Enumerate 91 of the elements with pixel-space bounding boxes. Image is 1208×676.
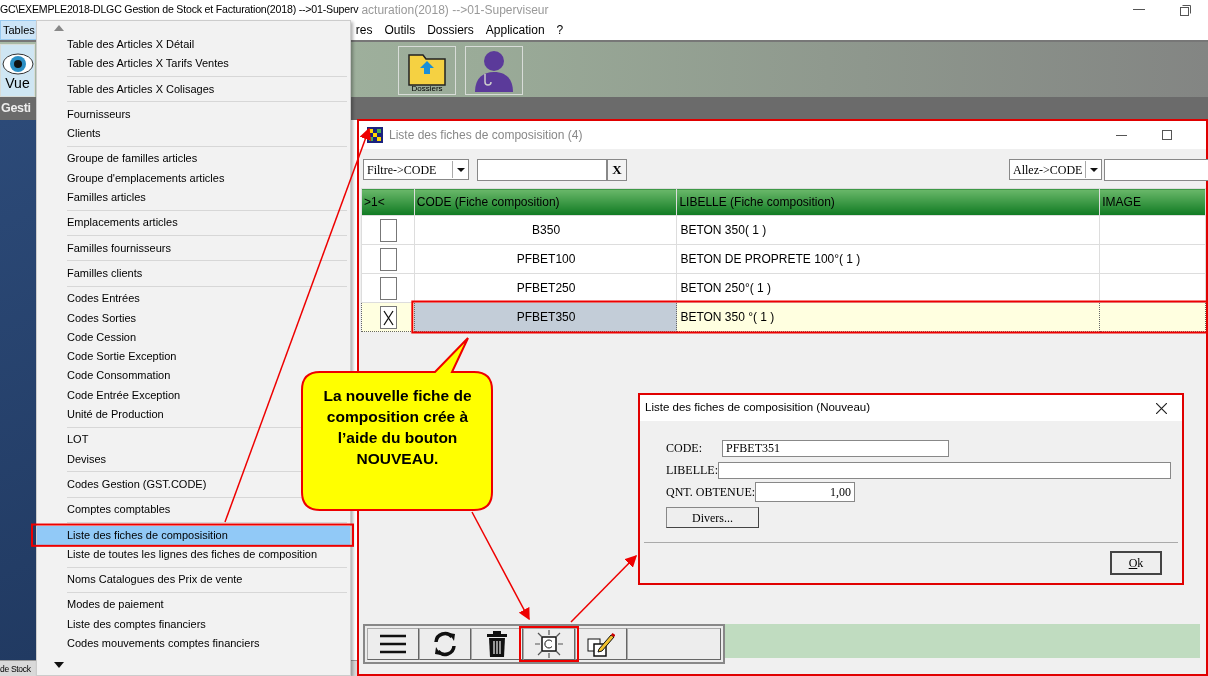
dropdown[interactable]: Allez->CODE [1009,159,1102,180]
menu-item[interactable]: res [349,20,379,40]
menu-item[interactable]: Table des Articles X Tarifs Ventes [37,54,233,74]
menu-item[interactable]: Emplacements articles [37,213,182,233]
menu-item[interactable]: Outils [378,20,422,40]
dropdown[interactable]: Filtre->CODE [363,159,469,180]
scroll-up-icon [54,25,64,31]
edit-button[interactable] [575,628,627,660]
menu-item[interactable]: Noms Catalogues des Prix de vente [37,570,247,590]
window-title: Liste des fiches de composisition (4) [389,127,583,144]
highlight-frame [519,626,579,662]
view-button[interactable]: Vue [0,44,35,97]
menu-icon [379,633,407,655]
table-cell: BETON 350( 1 ) [676,215,1100,245]
menu-item[interactable]: Devises [37,449,111,469]
callout-text: La nouvelle fiche de composition crée à l’aide du bouton NOUVEAU. [322,386,473,469]
dialog-title: Liste des fiches de composisition (Nouveau) [645,400,870,416]
menu-item[interactable]: Code Sortie Exception [37,347,181,367]
menu-item[interactable]: Code Entrée Exception [37,385,185,406]
folder-button[interactable]: Dossiers [398,46,456,95]
minimize-icon [1115,134,1127,136]
checkbox[interactable] [379,305,397,329]
menu-item[interactable]: Code Consommation [37,366,175,386]
goto-field[interactable] [1104,158,1208,181]
menu-item[interactable]: Codes Entrées [37,289,144,309]
column-header[interactable]: LIBELLE (Fiche composition) [676,188,1100,216]
field-label: CODE: [666,440,702,457]
menu-item[interactable]: Codes Gestion (GST.CODE) [37,474,211,495]
toolbar-button[interactable] [627,628,721,660]
column-header[interactable]: IMAGE [1099,188,1206,216]
divers-button[interactable]: Divers... [666,507,759,528]
new-item-icon [534,629,564,659]
delete-button[interactable] [471,628,523,660]
menu-item[interactable]: ? [550,20,570,40]
menu-item[interactable]: Familles clients [37,263,147,284]
menu-item[interactable]: Liste de toutes les lignes des fiches de composition [37,544,322,565]
checkbox[interactable] [379,276,397,300]
input-field[interactable] [718,461,1171,479]
menu-item[interactable]: Codes Sorties [37,308,141,328]
menu-item[interactable]: Dossiers [421,20,480,40]
filter-field[interactable] [477,158,607,181]
caret-icon [456,167,465,172]
status-text: de Stock [0,664,31,674]
checkbox[interactable] [379,247,397,271]
user-button[interactable] [465,46,523,95]
close-icon [1155,402,1167,414]
menu-item[interactable]: Liste des fiches de composisition [37,525,350,545]
input-field[interactable]: 1,00 [755,482,856,502]
menu-item[interactable]: Familles articles [37,188,150,208]
menu-item[interactable]: Comptes comptables [37,500,175,520]
window-title: acturation(2018) -->01-Superviseur [361,2,549,19]
field-label: QNT. OBTENUE: [666,484,756,501]
table-cell: PFBET100 [414,244,677,274]
menu-item[interactable]: Table des Articles X Détail [37,35,199,55]
menu-item[interactable]: Familles fournisseurs [37,238,175,258]
refresh-button[interactable] [419,628,471,660]
scroll-down-icon [54,662,64,668]
menu-item[interactable]: Modes de paiement [37,595,168,615]
menu-item[interactable]: Groupe de familles articles [37,149,202,169]
refresh-icon [432,631,458,657]
menu-item[interactable]: Code Cession [37,327,141,348]
ok-button[interactable]: Ok [1110,551,1162,575]
trash-icon [487,631,507,657]
checkbox[interactable] [379,218,397,242]
menu-item[interactable]: Table des Articles X Colisages [37,79,219,99]
menu-item[interactable]: Liste des comptes financiers [37,614,210,634]
menu-item[interactable]: Application [479,20,551,40]
menu-item[interactable]: Codes mouvements comptes financiers [37,634,264,654]
table-cell: BETON DE PROPRETE 100°( 1 ) [676,244,1100,274]
minimize-icon [1133,9,1145,11]
arrow [570,554,638,623]
column-header[interactable]: CODE (Fiche composition) [414,188,677,216]
field-label: LIBELLE: [666,462,718,479]
column-header[interactable]: >1< [361,188,415,216]
menu-item[interactable]: Groupe d'emplacements articles [37,168,229,189]
maximize-icon [1162,130,1172,140]
table-cell: B350 [414,215,677,245]
menu-item[interactable]: LOT [37,430,93,450]
input-field[interactable]: PFBET351 [722,439,949,457]
window-title: GC\EXEMPLE2018-DLGC Gestion de Stock et Facturation(2018) -->01-Superv [0,2,359,18]
new-button[interactable] [523,628,575,660]
edit-icon [587,631,615,657]
restore-icon [1179,4,1191,16]
menu-button[interactable] [367,628,419,660]
menu-item[interactable]: Clients [37,124,105,144]
table-cell: PFBET350 [414,302,677,332]
menu-item[interactable]: Unité de Production [37,405,168,425]
table-cell: BETON 350 °( 1 ) [676,302,1100,332]
caret-icon [1089,167,1098,172]
eye-icon [1,51,34,76]
clear-button[interactable]: X [607,158,627,181]
